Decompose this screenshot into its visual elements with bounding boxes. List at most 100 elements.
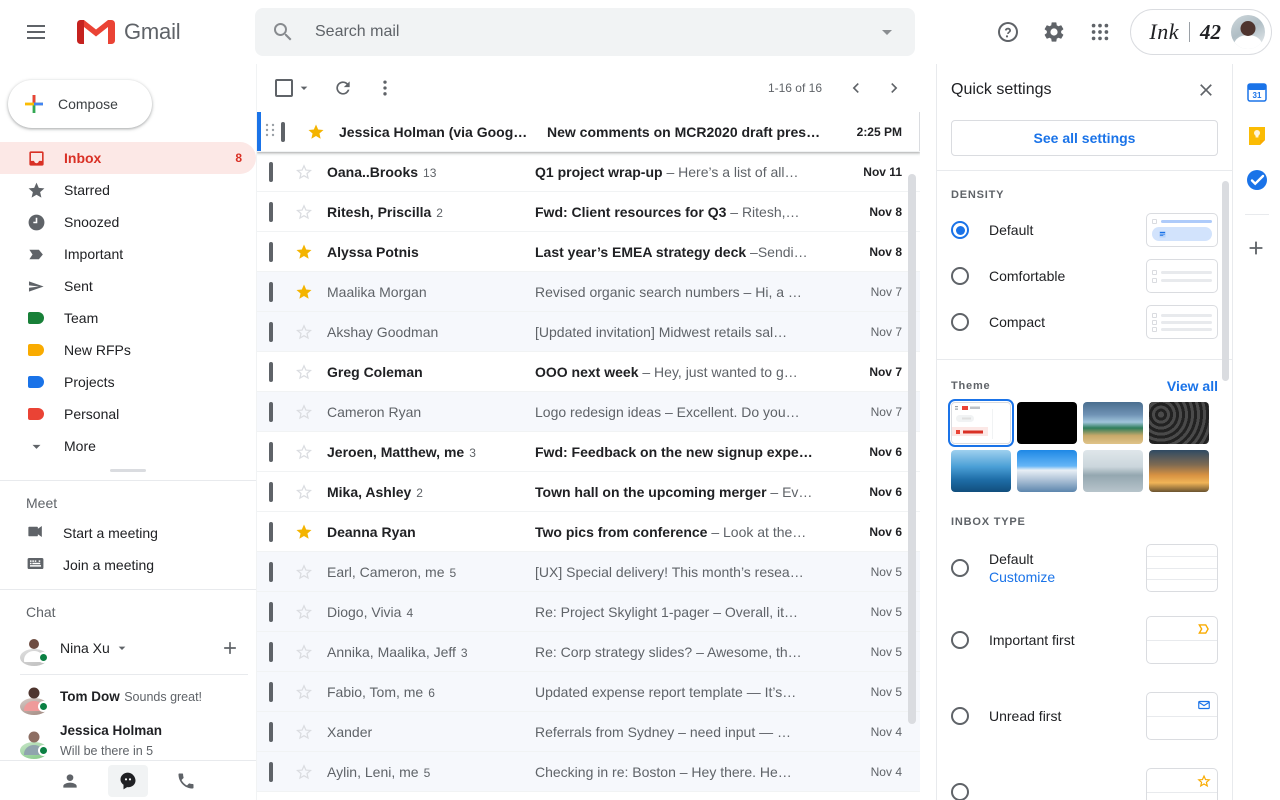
beach-theme[interactable] — [1083, 402, 1143, 444]
row-checkbox[interactable] — [269, 684, 289, 700]
sunset-coast-theme[interactable] — [1149, 450, 1209, 492]
table-row[interactable]: Cameron RyanLogo redesign ideas – Excell… — [257, 392, 920, 432]
gmail-logo[interactable]: Gmail — [76, 17, 180, 47]
sidebar-item-new-rfps[interactable]: New RFPs — [0, 334, 256, 366]
radio-button[interactable] — [951, 707, 969, 725]
density-option-default[interactable]: Default — [937, 207, 1232, 253]
star-outline-icon[interactable] — [289, 163, 319, 181]
table-row[interactable]: Oana..Brooks13Q1 project wrap-up – Here’… — [257, 152, 920, 192]
star-outline-icon[interactable] — [289, 323, 319, 341]
misty-lake-theme[interactable] — [1083, 450, 1143, 492]
row-checkbox[interactable] — [269, 444, 289, 460]
drag-handle-icon[interactable] — [265, 122, 279, 141]
avatar[interactable] — [1231, 15, 1265, 49]
radio-button[interactable] — [951, 783, 969, 800]
row-checkbox[interactable] — [269, 244, 289, 260]
star-outline-icon[interactable] — [289, 483, 319, 501]
keep-icon[interactable] — [1245, 124, 1269, 148]
sidebar-item-projects[interactable]: Projects — [0, 366, 256, 398]
sidebar-item-important[interactable]: Important — [0, 238, 256, 270]
row-checkbox[interactable] — [269, 564, 289, 580]
select-all-chevron-down-icon[interactable] — [293, 70, 315, 106]
ocean-theme[interactable] — [951, 450, 1011, 492]
calendar-icon[interactable]: 31 — [1245, 80, 1269, 104]
customize-link[interactable]: Customize — [989, 569, 1146, 585]
help-icon[interactable] — [986, 10, 1030, 54]
compose-button[interactable]: Compose — [8, 80, 152, 128]
row-checkbox[interactable] — [269, 324, 289, 340]
table-row[interactable]: Maalika MorganRevised organic search num… — [257, 272, 920, 312]
row-checkbox[interactable] — [269, 364, 289, 380]
star-outline-icon[interactable] — [289, 643, 319, 661]
list-item[interactable]: Jessica Holman Will be there in 5 — [20, 719, 248, 763]
table-row[interactable]: Greg ColemanOOO next week – Hey, just wa… — [257, 352, 920, 392]
row-checkbox[interactable] — [269, 764, 289, 780]
theme-view-all-link[interactable]: View all — [1167, 378, 1218, 394]
row-checkbox[interactable] — [269, 164, 289, 180]
sidebar-item-team[interactable]: Team — [0, 302, 256, 334]
mountain-theme[interactable] — [1017, 450, 1077, 492]
sidebar-item-snoozed[interactable]: Snoozed — [0, 206, 256, 238]
density-option-comfortable[interactable]: Comfortable — [937, 253, 1232, 299]
tasks-icon[interactable] — [1245, 168, 1269, 192]
table-row[interactable]: Akshay Goodman[Updated invitation] Midwe… — [257, 312, 920, 352]
table-row[interactable]: Jeroen, Matthew, me3Fwd: Feedback on the… — [257, 432, 920, 472]
inbox-type-option-default[interactable]: Default Customize — [937, 534, 1232, 602]
see-all-settings-button[interactable]: See all settings — [951, 120, 1218, 156]
phone-icon[interactable] — [166, 765, 206, 797]
join-a-meeting-button[interactable]: Join a meeting — [0, 549, 256, 581]
sidebar-item-more[interactable]: More — [0, 430, 256, 462]
table-row[interactable]: Deanna RyanTwo pics from conference – Lo… — [257, 512, 920, 552]
table-row[interactable]: Mika, Ashley2Town hall on the upcoming m… — [257, 472, 920, 512]
table-row[interactable]: Annika, Maalika, Jeff3Re: Corp strategy … — [257, 632, 920, 672]
star-outline-icon[interactable] — [289, 203, 319, 221]
next-page-icon[interactable] — [876, 70, 912, 106]
inbox-type-option-important-first[interactable]: Important first — [937, 602, 1232, 678]
star-outline-icon[interactable] — [289, 443, 319, 461]
search-input[interactable] — [315, 23, 875, 41]
table-row[interactable]: Fabio, Tom, me6Updated expense report te… — [257, 672, 920, 712]
radio-button[interactable] — [951, 313, 969, 331]
star-filled-icon[interactable] — [289, 283, 319, 301]
table-row[interactable]: Diogo, Vivia4Re: Project Skylight 1-page… — [257, 592, 920, 632]
quick-settings-scrollbar[interactable] — [1222, 181, 1229, 381]
chat-icon[interactable] — [108, 765, 148, 797]
row-checkbox[interactable] — [269, 644, 289, 660]
main-menu-icon[interactable] — [12, 8, 60, 56]
star-outline-icon[interactable] — [289, 563, 319, 581]
new-chat-plus-icon[interactable] — [220, 638, 240, 658]
row-checkbox[interactable] — [269, 524, 289, 540]
row-checkbox[interactable] — [269, 604, 289, 620]
person-icon[interactable] — [50, 765, 90, 797]
row-checkbox[interactable] — [269, 284, 289, 300]
star-outline-icon[interactable] — [289, 403, 319, 421]
previous-page-icon[interactable] — [838, 70, 874, 106]
table-row[interactable]: Alyssa PotnisLast year’s EMEA strategy d… — [257, 232, 920, 272]
star-outline-icon[interactable] — [289, 603, 319, 621]
sidebar-resize-handle[interactable] — [110, 469, 146, 472]
table-row[interactable]: Earl, Cameron, me5[UX] Special delivery!… — [257, 552, 920, 592]
row-checkbox[interactable] — [269, 724, 289, 740]
radio-button[interactable] — [951, 221, 969, 239]
table-row[interactable]: Ritesh, Priscilla2Fwd: Client resources … — [257, 192, 920, 232]
table-row[interactable]: XanderReferrals from Sydney – need input… — [257, 712, 920, 752]
star-outline-icon[interactable] — [289, 363, 319, 381]
chat-self-row[interactable]: Nina Xu — [0, 626, 256, 670]
sidebar-item-starred[interactable]: Starred — [0, 174, 256, 206]
row-checkbox[interactable] — [269, 204, 289, 220]
light-gmail-theme[interactable] — [951, 402, 1011, 444]
pebbles-theme[interactable] — [1149, 402, 1209, 444]
dark-theme[interactable] — [1017, 402, 1077, 444]
start-a-meeting-button[interactable]: Start a meeting — [0, 517, 256, 549]
select-all-checkbox[interactable] — [275, 79, 293, 97]
refresh-icon[interactable] — [325, 70, 361, 106]
account-chip[interactable]: Ink 42 — [1130, 9, 1272, 55]
close-icon[interactable] — [1188, 72, 1224, 108]
list-item[interactable]: Tom Dow Sounds great! — [20, 675, 248, 719]
sidebar-item-personal[interactable]: Personal — [0, 398, 256, 430]
search-options-chevron-down-icon[interactable] — [875, 20, 899, 44]
density-option-compact[interactable]: Compact — [937, 299, 1232, 345]
table-row[interactable]: Jessica Holman (via Goog…New comments on… — [257, 112, 920, 152]
sidebar-item-sent[interactable]: Sent — [0, 270, 256, 302]
row-checkbox[interactable] — [281, 124, 301, 140]
